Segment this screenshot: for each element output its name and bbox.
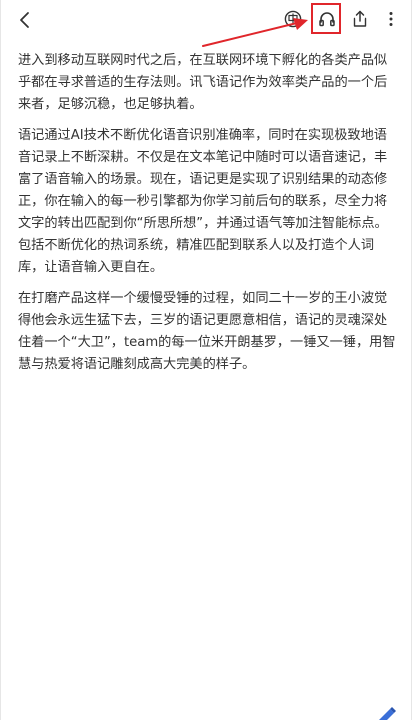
- more-vertical-icon: [389, 12, 393, 26]
- share-button[interactable]: [348, 7, 372, 31]
- note-detail-screen: 进入到移动互联网时代之后，在互联网环境下孵化的各类产品似乎都在寻求普适的生存法则…: [0, 0, 412, 720]
- pen-icon: [379, 707, 396, 720]
- listen-button[interactable]: [312, 4, 342, 34]
- chevron-left-icon: [20, 12, 29, 28]
- translate-button[interactable]: [281, 7, 305, 31]
- paragraph: 进入到移动互联网时代之后，在互联网环境下孵化的各类产品似乎都在寻求普适的生存法则…: [18, 53, 388, 112]
- translate-icon: [284, 10, 302, 28]
- paragraph: 在打磨产品这样一个缓慢受锤的过程，如同二十一岁的王小波觉得他会永远生猛下去，三岁…: [18, 291, 396, 372]
- headphones-icon: [319, 12, 335, 27]
- note-content: 进入到移动互联网时代之后，在互联网环境下孵化的各类产品似乎都在寻求普适的生存法则…: [18, 50, 396, 385]
- more-button[interactable]: [379, 7, 403, 31]
- back-button[interactable]: [11, 6, 39, 34]
- edit-pen-button[interactable]: [371, 703, 399, 720]
- paragraph: 语记通过AI技术不断优化语音识别准确率，同时在实现极致地语音记录上不断深耕。不仅…: [18, 128, 388, 275]
- top-toolbar: [1, 0, 412, 47]
- share-icon: [353, 10, 367, 27]
